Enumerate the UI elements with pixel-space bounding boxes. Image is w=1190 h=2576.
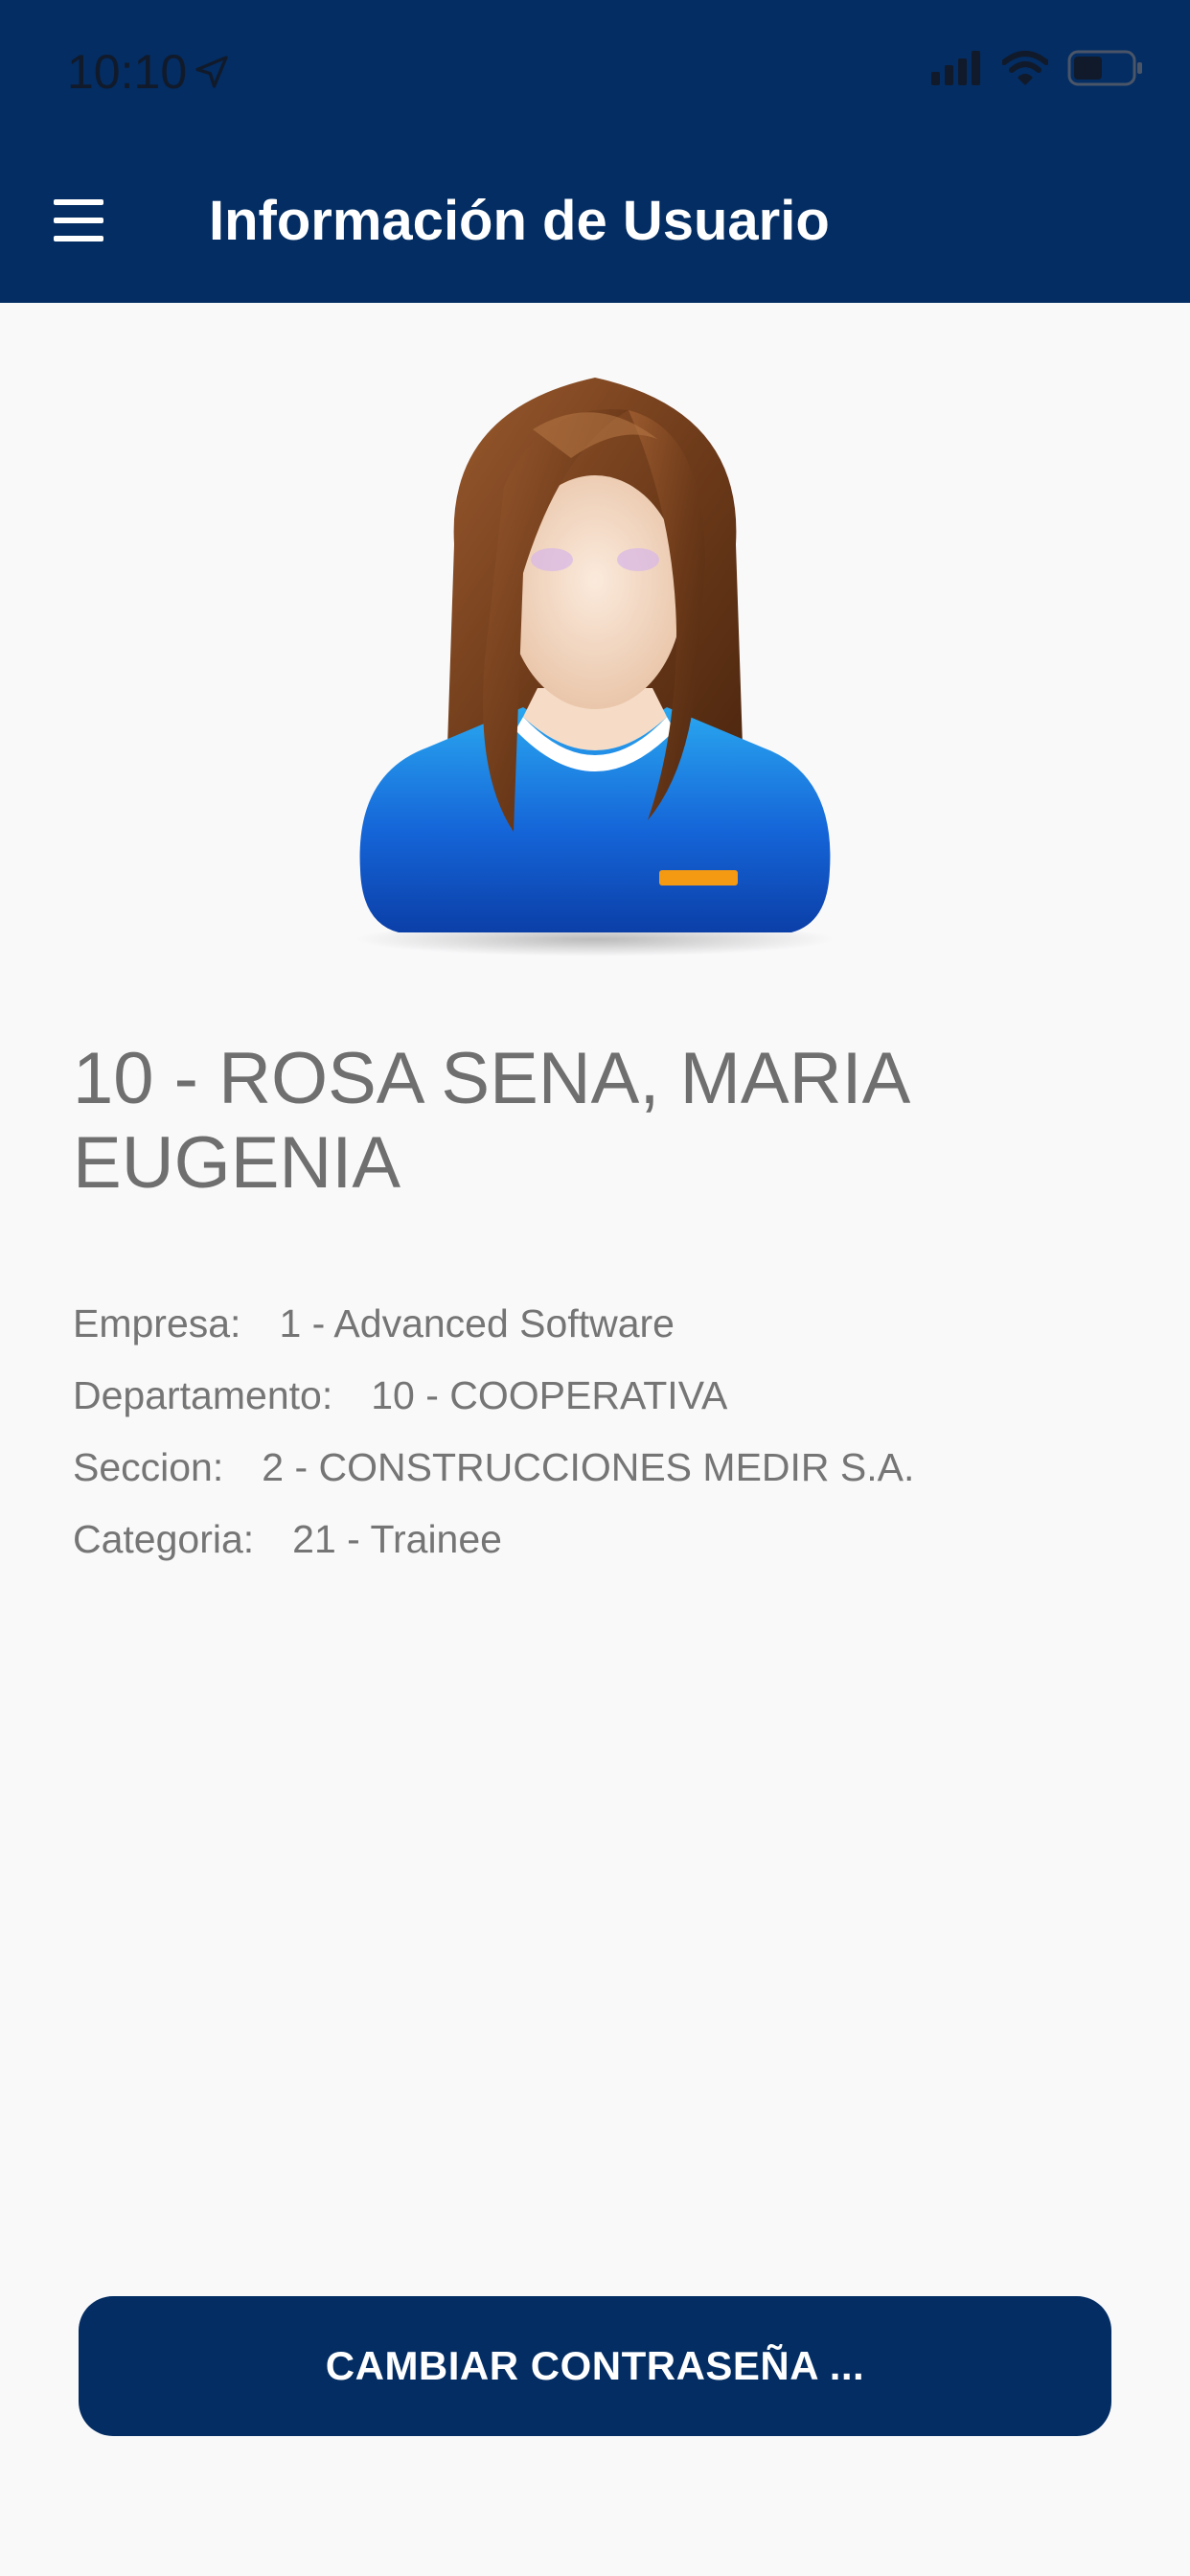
detail-value: 2 - CONSTRUCCIONES MEDIR S.A. xyxy=(262,1445,915,1489)
detail-label: Seccion: xyxy=(73,1445,224,1489)
detail-row-empresa: Empresa: 1 - Advanced Software xyxy=(73,1288,1127,1360)
detail-label: Categoria: xyxy=(73,1517,255,1561)
menu-line xyxy=(54,218,103,223)
user-full-name: 10 - ROSA SENA, MARIA EUGENIA xyxy=(73,1038,907,1204)
status-bar-time: 10:10 xyxy=(67,42,231,102)
detail-row-departamento: Departamento: 10 - COOPERATIVA xyxy=(73,1360,1127,1432)
female-user-avatar-icon xyxy=(355,378,835,956)
change-password-button[interactable]: CAMBIAR CONTRASEÑA ... xyxy=(79,2296,1111,2436)
user-details-list: Empresa: 1 - Advanced Software Departame… xyxy=(73,1288,1127,1576)
wifi-icon xyxy=(1002,51,1048,85)
detail-row-categoria: Categoria: 21 - Trainee xyxy=(73,1504,1127,1576)
location-arrow-icon xyxy=(195,56,228,88)
hamburger-menu-icon[interactable] xyxy=(50,199,107,242)
menu-line xyxy=(54,199,103,205)
app-header: 10:10 Información de Usuario xyxy=(0,0,1190,303)
detail-label: Departamento: xyxy=(73,1373,333,1417)
detail-row-seccion: Seccion: 2 - CONSTRUCCIONES MEDIR S.A. xyxy=(73,1432,1127,1504)
page-title: Información de Usuario xyxy=(209,190,830,252)
menu-line xyxy=(54,236,103,242)
status-bar-icons xyxy=(931,50,1144,86)
detail-value: 1 - Advanced Software xyxy=(279,1301,675,1346)
battery-icon xyxy=(1067,50,1142,86)
detail-value: 21 - Trainee xyxy=(292,1517,502,1561)
detail-label: Empresa: xyxy=(73,1301,241,1346)
cellular-signal-icon xyxy=(931,51,980,85)
detail-value: 10 - COOPERATIVA xyxy=(371,1373,728,1417)
status-time-text: 10:10 xyxy=(67,45,188,99)
